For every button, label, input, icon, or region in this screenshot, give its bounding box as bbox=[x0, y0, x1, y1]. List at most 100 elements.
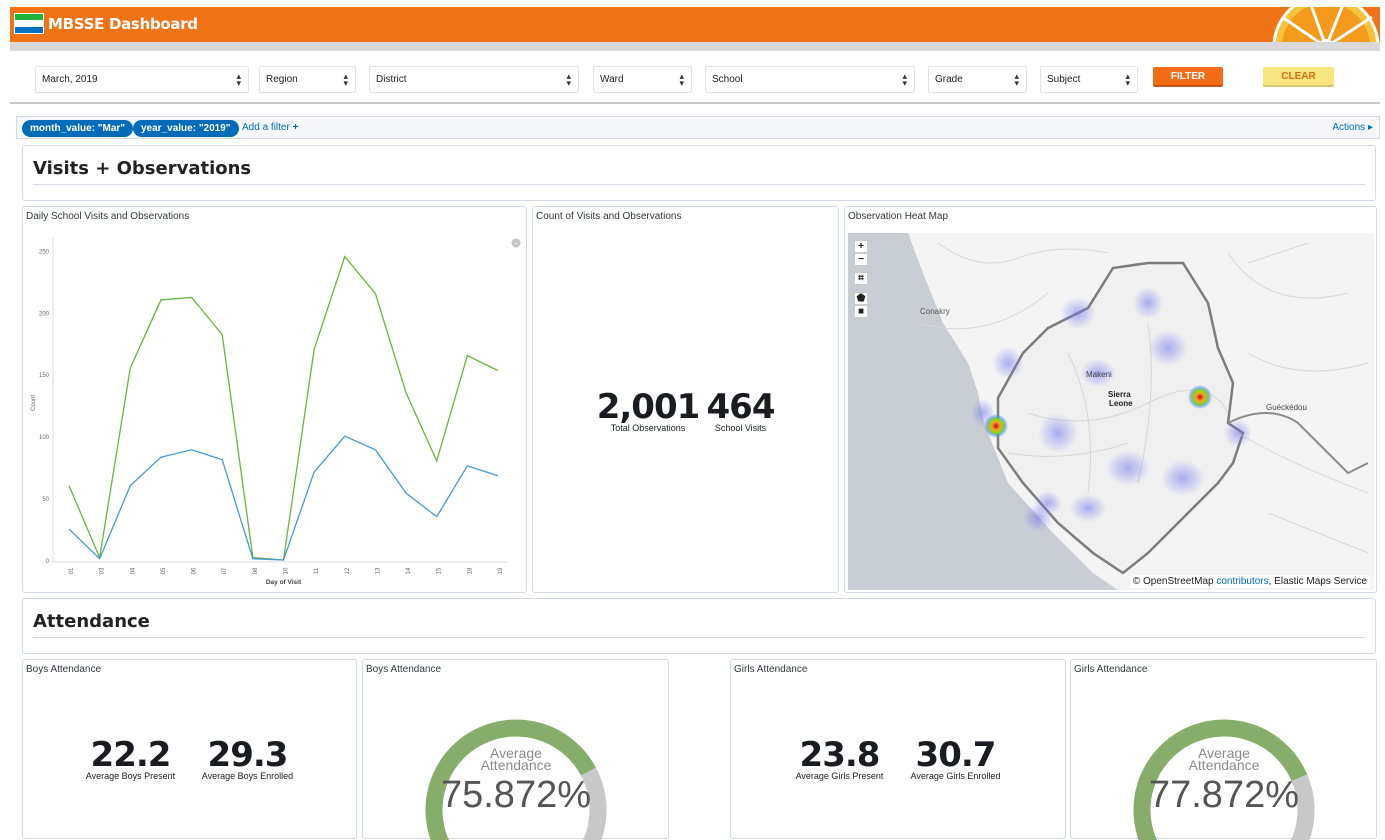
ward-select[interactable]: Ward ▴ ▾ bbox=[593, 66, 692, 93]
heat-map-title: Observation Heat Map bbox=[848, 211, 949, 222]
app-header: MBSSE Dashboard bbox=[10, 7, 1380, 42]
x-tick-label: 07 bbox=[222, 567, 228, 574]
clear-button[interactable]: CLEAR bbox=[1263, 67, 1334, 87]
map-attribution-suffix: , Elastic Maps Service bbox=[1268, 576, 1367, 587]
select-arrows-icon: ▴ ▾ bbox=[1125, 71, 1130, 88]
boys-attendance-title: Boys Attendance bbox=[26, 664, 102, 675]
x-tick-label: 18 bbox=[467, 567, 473, 574]
visits-count-panel: Count of Visits and Observations 2,001 T… bbox=[532, 206, 839, 593]
svg-text:‹: ‹ bbox=[515, 240, 518, 248]
y-tick-label: 0 bbox=[46, 559, 50, 565]
observation-heat-map[interactable]: + − ⌗ ⬟ ■ Conakry Makeni Sierra Leone Gu… bbox=[848, 233, 1374, 590]
map-label-conakry: Conakry bbox=[920, 307, 950, 316]
filter-pill-bar: month_value: "Mar" year_value: "2019" Ad… bbox=[16, 116, 1380, 139]
x-tick-label: 12 bbox=[345, 567, 351, 574]
boys-gauge-panel: Boys Attendance Average Attendance 75.87… bbox=[362, 659, 669, 840]
map-label-sierra: Sierra bbox=[1108, 390, 1131, 399]
x-tick-label: 11 bbox=[314, 567, 320, 574]
actions-menu[interactable]: Actions ▸ bbox=[1332, 122, 1373, 133]
visits-section-header: Visits + Observations bbox=[22, 145, 1376, 201]
y-tick-label: 250 bbox=[39, 249, 50, 255]
girls-present-value: 23.8 bbox=[799, 735, 881, 775]
x-tick-label: 03 bbox=[100, 567, 106, 574]
x-tick-label: 15 bbox=[437, 567, 443, 574]
girls-attendance-title: Girls Attendance bbox=[734, 664, 808, 675]
x-tick-label: 04 bbox=[130, 567, 136, 574]
add-filter-link[interactable]: Add a filter + bbox=[242, 122, 298, 133]
select-arrows-icon: ▴ ▾ bbox=[1014, 71, 1019, 88]
attendance-section-header: Attendance bbox=[22, 598, 1376, 654]
daily-visits-line-chart[interactable]: ‹ 0 50 100 150 200 250 01 03 04 05 06 07 08 10 11 12 13 1… bbox=[23, 207, 526, 592]
girls-enrolled-label: Average Girls Enrolled bbox=[910, 771, 1001, 781]
grade-select-value: Grade bbox=[935, 74, 963, 85]
region-select[interactable]: Region ▴ ▾ bbox=[259, 66, 356, 93]
select-arrows-icon: ▴ ▾ bbox=[566, 71, 571, 88]
girls-attendance-panel: Girls Attendance 23.8 Average Girls Pres… bbox=[730, 659, 1066, 839]
y-tick-label: 100 bbox=[39, 435, 50, 441]
boys-gauge-value: 75.872% bbox=[440, 774, 591, 816]
x-tick-label: 13 bbox=[375, 567, 381, 574]
total-observations-value: 2,001 bbox=[596, 387, 701, 427]
filter-pill-month[interactable]: month_value: "Mar" bbox=[22, 120, 134, 137]
month-select[interactable]: March, 2019 ▴ ▾ bbox=[35, 66, 249, 93]
boys-present-label: Average Boys Present bbox=[85, 771, 176, 781]
y-tick-label: 50 bbox=[42, 497, 49, 503]
visits-section-title: Visits + Observations bbox=[33, 158, 252, 179]
girls-enrolled-value: 30.7 bbox=[915, 735, 997, 775]
boys-enrolled-label: Average Boys Enrolled bbox=[201, 771, 294, 781]
sierra-leone-flag-icon bbox=[14, 13, 44, 34]
x-axis-label: Day of Visit bbox=[266, 579, 302, 586]
region-select-value: Region bbox=[266, 74, 298, 85]
osm-contributors-link[interactable]: contributors bbox=[1216, 576, 1268, 587]
attendance-section-title: Attendance bbox=[33, 611, 150, 632]
boys-present-value: 22.2 bbox=[90, 735, 172, 775]
filter-pill-year[interactable]: year_value: "2019" bbox=[133, 120, 239, 137]
select-arrows-icon: ▴ ▾ bbox=[236, 71, 241, 88]
caret-right-icon: ▸ bbox=[1367, 122, 1373, 133]
filter-bar: March, 2019 ▴ ▾ Region ▴ ▾ District ▴ ▾ War… bbox=[10, 51, 1380, 104]
grade-select[interactable]: Grade ▴ ▾ bbox=[928, 66, 1027, 93]
actions-label: Actions bbox=[1332, 122, 1366, 133]
plus-icon: + bbox=[292, 122, 299, 133]
visits-count-title: Count of Visits and Observations bbox=[536, 211, 682, 222]
school-select[interactable]: School ▴ ▾ bbox=[705, 66, 915, 93]
filter-button[interactable]: FILTER bbox=[1153, 67, 1223, 87]
section-divider bbox=[33, 637, 1365, 638]
district-select-value: District bbox=[376, 74, 407, 85]
map-attribution: © OpenStreetMap contributors, Elastic Ma… bbox=[1129, 575, 1370, 588]
map-label-makeni: Makeni bbox=[1086, 370, 1112, 379]
header-divider bbox=[10, 42, 1380, 51]
x-tick-label: 01 bbox=[69, 567, 75, 574]
select-arrows-icon: ▴ ▾ bbox=[679, 71, 684, 88]
crop-icon[interactable]: ⌗ bbox=[854, 272, 868, 285]
x-tick-label: 19 bbox=[498, 567, 504, 574]
section-divider bbox=[33, 184, 1365, 185]
ward-select-value: Ward bbox=[600, 74, 624, 85]
school-visits-value: 464 bbox=[706, 387, 776, 427]
y-tick-label: 150 bbox=[39, 373, 50, 379]
y-tick-label: 200 bbox=[39, 311, 50, 317]
zoom-in-button[interactable]: + bbox=[854, 240, 868, 253]
draw-rectangle-icon[interactable]: ■ bbox=[854, 305, 868, 318]
zoom-out-button[interactable]: − bbox=[854, 253, 868, 266]
total-observations-label: Total Observations bbox=[610, 423, 686, 433]
girls-gauge-label-attendance: Attendance bbox=[1188, 757, 1260, 773]
boys-enrolled-value: 29.3 bbox=[207, 735, 289, 775]
x-tick-label: 14 bbox=[406, 567, 412, 574]
draw-polygon-icon[interactable]: ⬟ bbox=[854, 292, 868, 305]
x-tick-label: 06 bbox=[192, 567, 198, 574]
x-tick-label: 10 bbox=[284, 567, 290, 574]
boys-gauge-label-attendance: Attendance bbox=[480, 757, 552, 773]
subject-select[interactable]: Subject ▴ ▾ bbox=[1040, 66, 1138, 93]
girls-gauge-panel: Girls Attendance Average Attendance 77.8… bbox=[1070, 659, 1377, 840]
girls-present-label: Average Girls Present bbox=[795, 771, 884, 781]
x-tick-label: 08 bbox=[253, 567, 259, 574]
daily-visits-panel: Daily School Visits and Observations ‹ 0… bbox=[22, 206, 527, 593]
district-select[interactable]: District ▴ ▾ bbox=[369, 66, 579, 93]
month-select-value: March, 2019 bbox=[42, 74, 98, 85]
select-arrows-icon: ▴ ▾ bbox=[343, 71, 348, 88]
y-axis-label: Count bbox=[31, 395, 37, 411]
orange-logo-icon bbox=[1272, 7, 1380, 42]
app-title: MBSSE Dashboard bbox=[48, 15, 198, 33]
map-attribution-prefix: © OpenStreetMap bbox=[1132, 576, 1214, 587]
